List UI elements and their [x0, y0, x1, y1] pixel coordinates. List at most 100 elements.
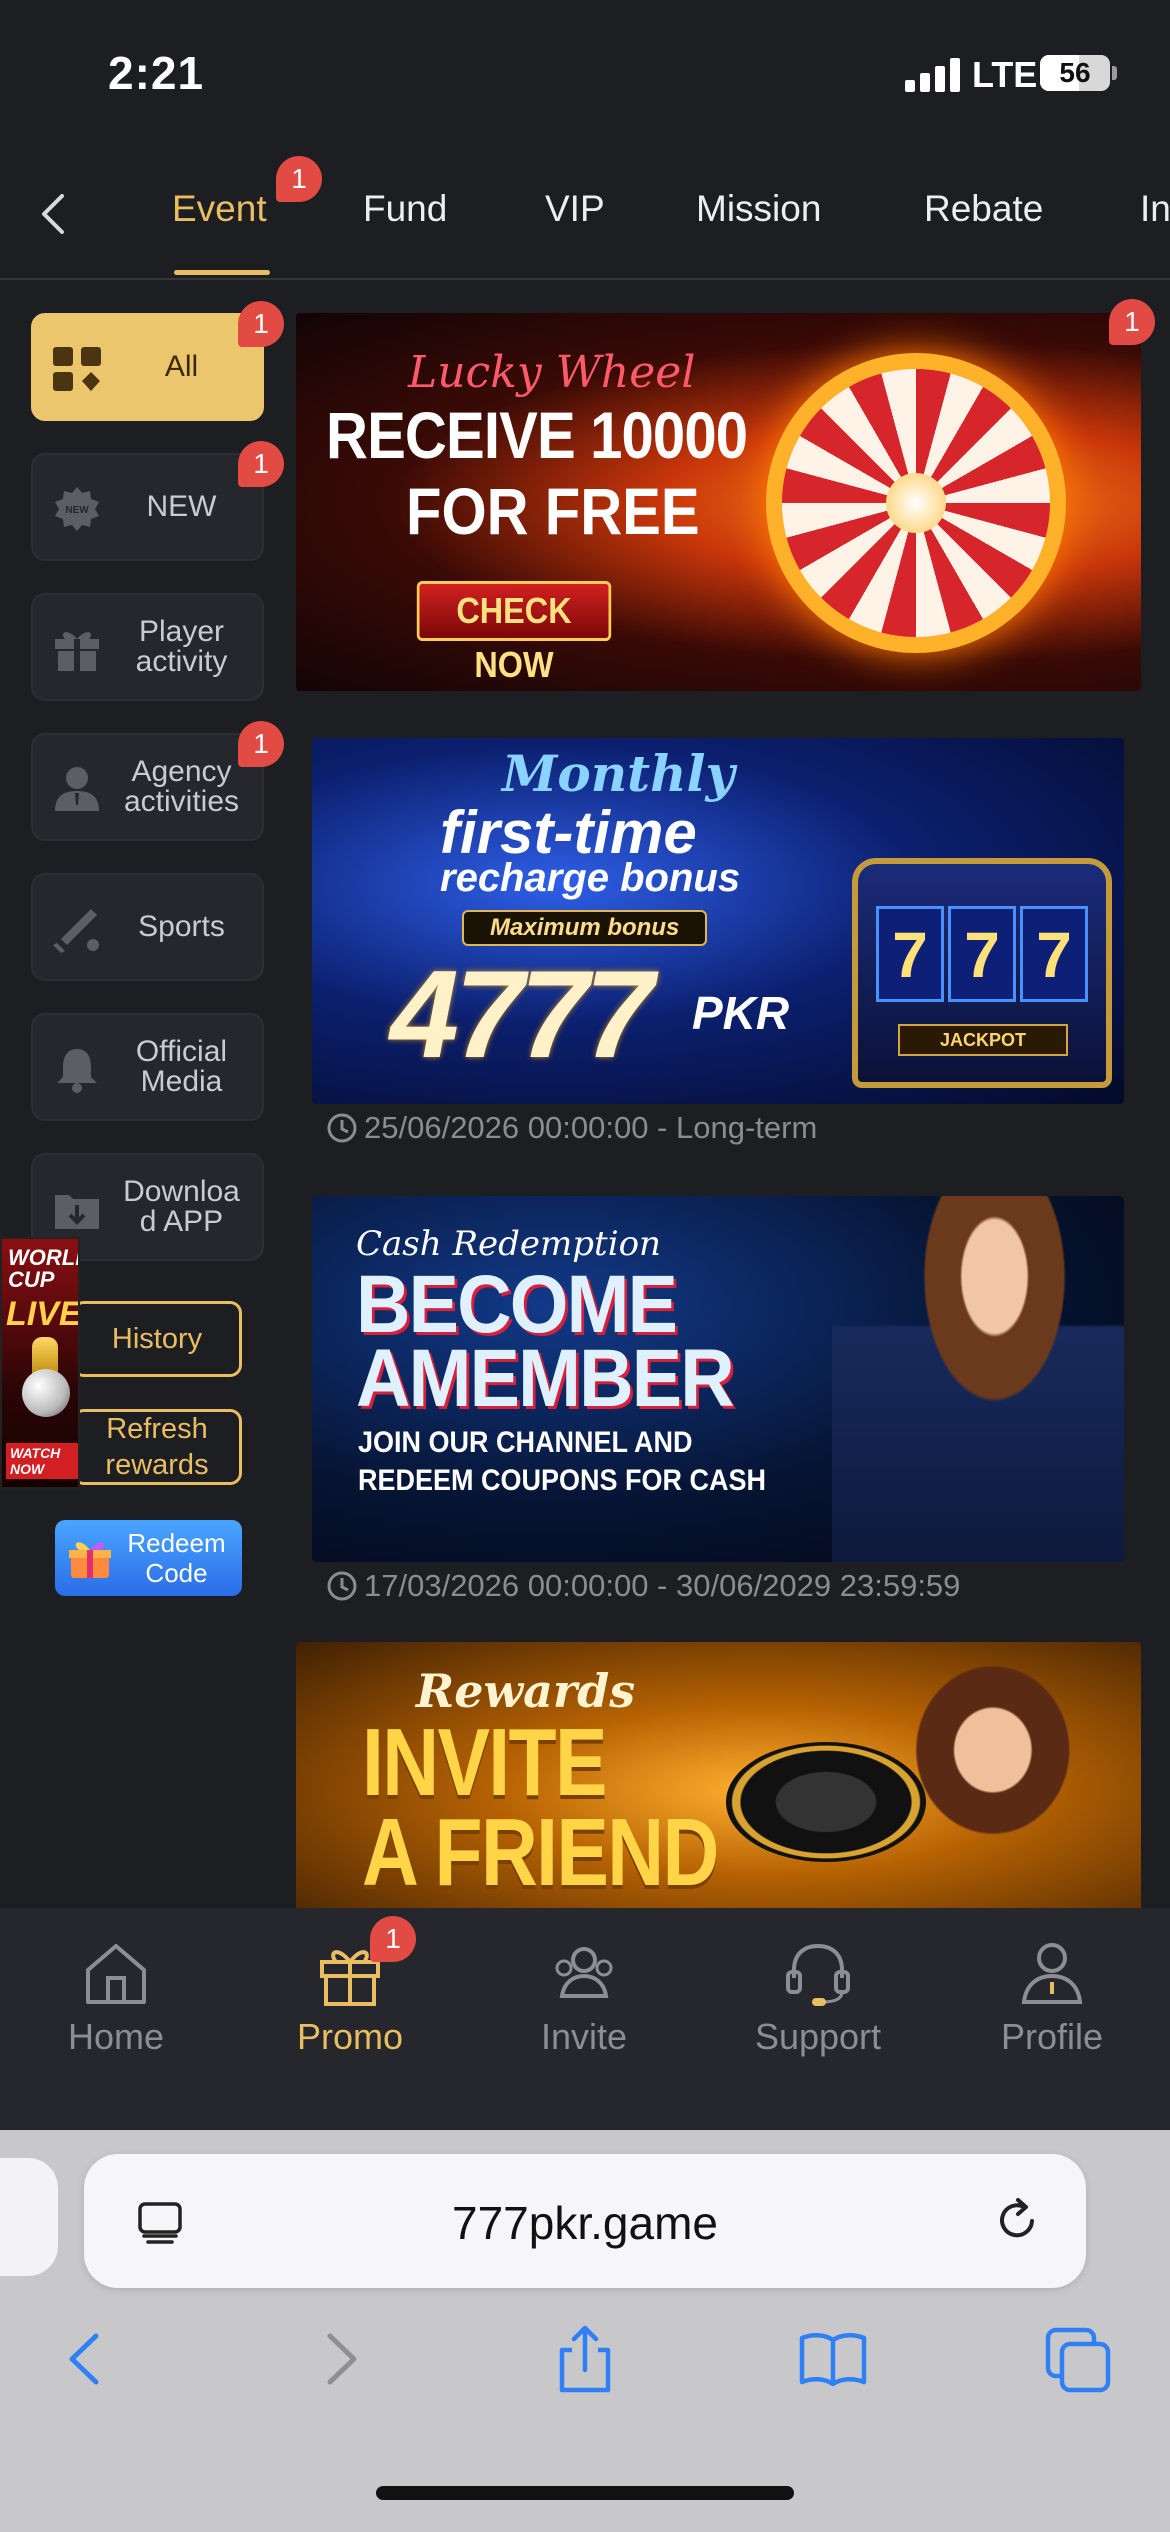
banner-headline-2: A FRIEND [362, 1799, 719, 1906]
nav-promo[interactable]: Promo 1 [250, 1916, 450, 2058]
promo-card-become-member[interactable]: Cash Redemption BECOME AMEMBER JOIN OUR … [312, 1196, 1124, 1603]
worldcup-live: LIVE [6, 1295, 80, 1333]
share-icon[interactable] [548, 2322, 622, 2396]
refresh-rewards-button[interactable]: Refresh rewards [72, 1409, 242, 1485]
nav-profile[interactable]: Profile [952, 1938, 1152, 2058]
prize-wheel-image [766, 353, 1066, 653]
check-now-button[interactable]: CHECK NOW [416, 581, 612, 685]
nav-support[interactable]: Support [718, 1938, 918, 2058]
bookmarks-icon[interactable] [796, 2322, 870, 2396]
signal-icon [905, 58, 965, 92]
sidebar-item-player-activity[interactable]: Player activity [31, 593, 264, 701]
bonus-currency: PKR [692, 987, 790, 1039]
tab-vip[interactable]: VIP [545, 188, 605, 230]
tab-rebate[interactable]: Rebate [924, 188, 1043, 230]
slot-reel: 7 [876, 906, 944, 1002]
soccer-ball-icon [22, 1369, 70, 1417]
slot-reel: 7 [948, 906, 1016, 1002]
sidebar-item-agency-activities[interactable]: Agency activities 1 [31, 721, 284, 841]
become-member-banner[interactable]: Cash Redemption BECOME AMEMBER JOIN OUR … [312, 1196, 1124, 1562]
nav-promo-label: Promo [296, 2016, 404, 2057]
profile-icon [1021, 1943, 1083, 2004]
nav-support-label: Support [754, 2016, 882, 2057]
category-tabbar: Event 1 Fund VIP Mission Rebate In [0, 150, 1170, 280]
banner-headline-2: recharge bonus [440, 856, 741, 900]
sidebar-badge: 1 [238, 301, 284, 347]
sidebar-item-new[interactable]: NEW NEW 1 [31, 441, 284, 561]
banner-subtext-2: REDEEM COUPONS FOR CASH [358, 1464, 767, 1497]
nav-home-label: Home [67, 2016, 165, 2057]
agent-icon [55, 767, 99, 811]
tab-event-label: Event [172, 188, 267, 229]
previous-tab-preview[interactable] [0, 2158, 58, 2276]
nav-home[interactable]: Home [16, 1938, 216, 2058]
model-photo [832, 1196, 1124, 1562]
address-bar[interactable]: 777pkr.game [84, 2154, 1086, 2288]
promo-card-lucky-wheel[interactable]: Lucky Wheel RECEIVE 10000 FOR FREE CHECK… [296, 299, 1155, 691]
bottom-nav: Home Promo 1 Invite Support Profile [0, 1908, 1170, 2130]
tab-event[interactable]: Event [172, 188, 267, 230]
sidebar-item-all[interactable]: All 1 [31, 301, 284, 421]
url-text: 777pkr.game [452, 2197, 718, 2249]
worldcup-floating-ad[interactable]: WORLDCUP LIVE WATCH NOW [0, 1237, 80, 1489]
browser-toolbar: 777pkr.game [0, 2130, 1170, 2532]
sidebar-item-label: All [164, 350, 199, 383]
gift-icon [55, 632, 99, 671]
worldcup-title: WORLDCUP [8, 1245, 78, 1292]
banner-script: Lucky Wheel [408, 347, 696, 398]
sidebar-item-official-media[interactable]: Official Media [31, 1013, 264, 1121]
nav-invite-label: Invite [540, 2016, 628, 2057]
tab-fund[interactable]: Fund [363, 188, 447, 230]
home-indicator [376, 2486, 794, 2500]
tab-mission[interactable]: Mission [696, 188, 821, 230]
forward-icon[interactable] [302, 2322, 376, 2396]
network-type: LTE [972, 54, 1038, 95]
max-bonus-tag: Maximum bonus [462, 910, 708, 946]
banner-headline: RECEIVE 10000 [326, 398, 748, 472]
back-icon[interactable] [50, 2322, 124, 2396]
reload-icon[interactable] [990, 2194, 1044, 2248]
history-button[interactable]: History [72, 1301, 242, 1377]
sidebar-item-sports[interactable]: Sports [31, 873, 264, 981]
worldcup-watch-now: WATCH NOW [6, 1443, 78, 1479]
sidebar-badge: 1 [238, 721, 284, 767]
battery-tip [1112, 66, 1117, 80]
promo-card-recharge-bonus[interactable]: Monthly first-time recharge bonus Maximu… [312, 738, 1124, 1145]
banner-subtext-1: JOIN OUR CHANNEL AND [358, 1426, 693, 1459]
promo-card-invite-friend[interactable]: Rewards INVITE A FRIEND [296, 1642, 1141, 1912]
banner-headline-2: AMEMBER [356, 1333, 735, 1424]
promo-date-text: 17/03/2026 00:00:00 - 30/06/2029 23:59:5… [364, 1568, 961, 1603]
sidebar-badge: 1 [238, 441, 284, 487]
status-bar: 2:21 LTE 56 [0, 0, 1170, 150]
nav-invite[interactable]: Invite [484, 1938, 684, 2058]
sidebar-item-label: Sports [138, 910, 225, 943]
home-icon [86, 1944, 146, 2004]
sidebar-item-label: Agency activities [123, 755, 240, 818]
sports-icon [53, 909, 99, 953]
redeem-code-button[interactable]: Redeem Code [55, 1520, 242, 1596]
recharge-bonus-banner[interactable]: Monthly first-time recharge bonus Maximu… [312, 738, 1124, 1104]
clock-icon [327, 1113, 357, 1143]
banner-subtext: JOIN OUR CHANNEL AND REDEEM COUPONS FOR C… [358, 1424, 766, 1500]
bell-icon [57, 1049, 97, 1093]
sidebar-item-label: NEW [146, 490, 217, 523]
lucky-wheel-banner[interactable]: Lucky Wheel RECEIVE 10000 FOR FREE CHECK… [296, 313, 1141, 691]
redeem-code-label: Redeem Code [127, 1528, 226, 1588]
tab-more[interactable]: In [1140, 188, 1170, 230]
model-photo [856, 1642, 1141, 1912]
sidebar-item-label: Official Media [135, 1035, 228, 1098]
headset-icon [786, 1943, 850, 2006]
new-badge-icon: NEW [55, 487, 99, 531]
invite-friend-banner[interactable]: Rewards INVITE A FRIEND [296, 1642, 1141, 1912]
grid-icon [53, 347, 101, 391]
invite-icon [555, 1947, 613, 1998]
download-icon [55, 1195, 99, 1229]
back-chevron-icon[interactable] [30, 188, 82, 240]
slot-machine-image: 7 7 7 JACKPOT [852, 858, 1112, 1088]
nav-promo-badge: 1 [370, 1916, 416, 1962]
promo-badge: 1 [1109, 299, 1155, 345]
nav-profile-label: Profile [1000, 2016, 1104, 2057]
tabs-icon[interactable] [1042, 2322, 1116, 2396]
clock-icon [327, 1571, 357, 1601]
promo-date-text: 25/06/2026 00:00:00 - Long-term [364, 1110, 818, 1145]
